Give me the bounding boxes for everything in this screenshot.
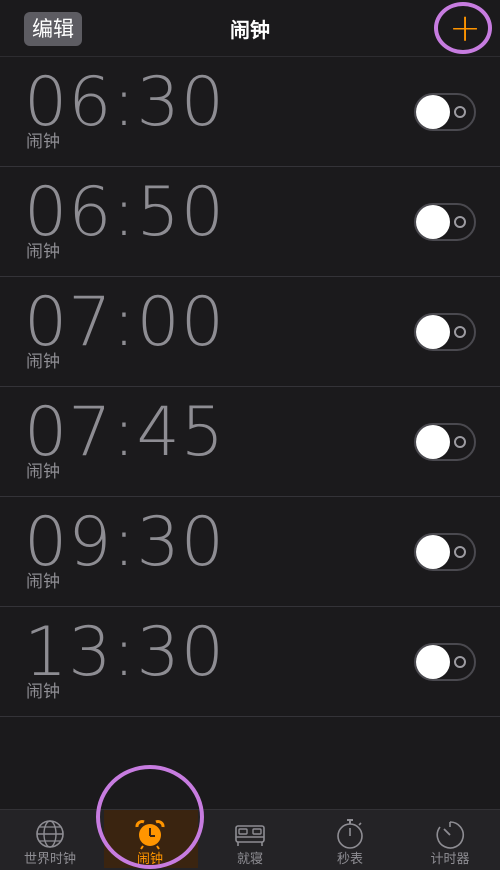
toggle-knob: [416, 205, 450, 239]
tab-stopwatch[interactable]: 秒表: [300, 810, 400, 870]
alarm-label: 闹钟: [26, 462, 60, 482]
alarm-label: 闹钟: [26, 572, 60, 592]
alarm-row[interactable]: 09:30 闹钟: [0, 497, 500, 607]
alarm-label: 闹钟: [26, 352, 60, 372]
alarm-list: 06:30 闹钟 06:50 闹钟 07:00 闹钟 07:45 闹钟 09:3…: [0, 57, 500, 717]
toggle-off-indicator-icon: [454, 546, 466, 558]
toggle-off-indicator-icon: [454, 216, 466, 228]
bed-icon: [235, 825, 265, 846]
alarm-toggle[interactable]: [414, 93, 476, 131]
tab-bar: 世界时钟 闹钟 就寝 秒表 计时器: [0, 809, 500, 870]
alarm-row[interactable]: 07:45 闹钟: [0, 387, 500, 497]
stopwatch-icon: [337, 819, 363, 849]
tab-world-clock[interactable]: 世界时钟: [0, 810, 100, 870]
alarm-row[interactable]: 13:30 闹钟: [0, 607, 500, 717]
tab-bedtime[interactable]: 就寝: [200, 810, 300, 870]
toggle-knob: [416, 95, 450, 129]
alarm-label: 闹钟: [26, 682, 60, 702]
alarm-toggle[interactable]: [414, 203, 476, 241]
toggle-knob: [416, 645, 450, 679]
alarm-toggle[interactable]: [414, 643, 476, 681]
alarm-row[interactable]: 07:00 闹钟: [0, 277, 500, 387]
alarm-row[interactable]: 06:50 闹钟: [0, 167, 500, 277]
toggle-off-indicator-icon: [454, 656, 466, 668]
alarm-row[interactable]: 06:30 闹钟: [0, 57, 500, 167]
toggle-off-indicator-icon: [454, 106, 466, 118]
alarm-toggle[interactable]: [414, 423, 476, 461]
globe-icon: [36, 820, 64, 848]
plus-icon: +: [449, 6, 481, 50]
add-alarm-button[interactable]: +: [434, 2, 496, 58]
tab-label: 世界时钟: [23, 852, 76, 867]
alarm-label: 闹钟: [26, 242, 60, 262]
toggle-off-indicator-icon: [454, 326, 466, 338]
alarm-toggle[interactable]: [414, 533, 476, 571]
tab-label: 秒表: [336, 852, 363, 867]
nav-bar: 编辑 闹钟 +: [0, 0, 500, 57]
alarm-toggle[interactable]: [414, 313, 476, 351]
tab-timer[interactable]: 计时器: [400, 810, 500, 870]
tab-label: 计时器: [430, 852, 470, 867]
tab-label: 就寝: [236, 852, 263, 867]
toggle-knob: [416, 315, 450, 349]
toggle-knob: [416, 535, 450, 569]
highlight-circle: [96, 765, 204, 869]
page-title: 闹钟: [230, 18, 270, 42]
toggle-knob: [416, 425, 450, 459]
timer-icon: [436, 821, 465, 849]
toggle-off-indicator-icon: [454, 436, 466, 448]
alarm-label: 闹钟: [26, 132, 60, 152]
